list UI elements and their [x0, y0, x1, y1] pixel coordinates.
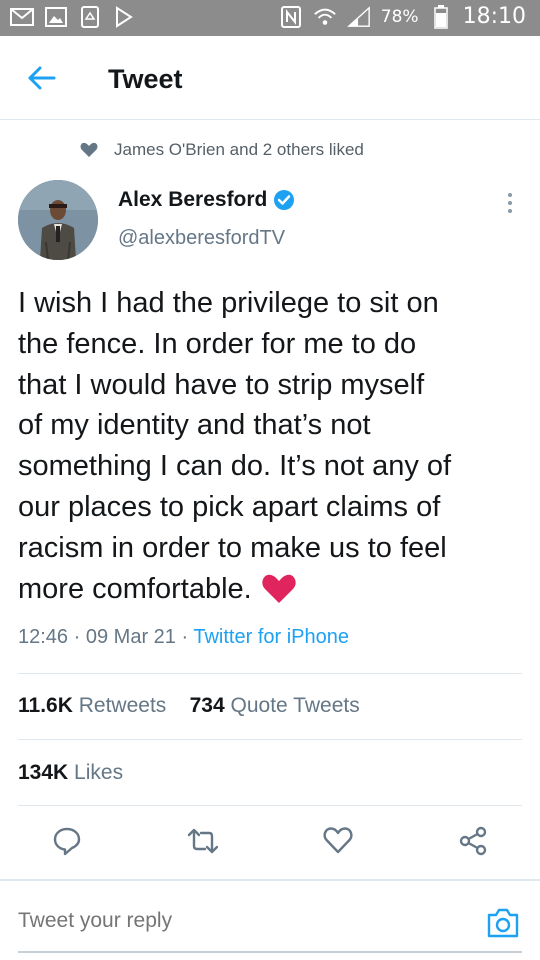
divider [18, 805, 522, 806]
tweet-line: more comfortable. [18, 572, 252, 605]
reply-input[interactable] [18, 909, 418, 933]
author-handle[interactable]: @alexberesfordTV [118, 227, 285, 250]
reply-underline [18, 951, 522, 953]
retweet-icon [187, 828, 219, 854]
quotes-label: Quote Tweets [230, 694, 360, 717]
mail-icon [10, 6, 34, 28]
more-options-button[interactable] [500, 190, 520, 218]
tweet-date: 09 Mar 21 [85, 626, 176, 648]
retweets-label: Retweets [78, 694, 167, 717]
red-heart-emoji-icon [262, 574, 296, 603]
author-name-text: Alex Beresford [118, 188, 268, 211]
quote-tweets-link[interactable]: 734 Quote Tweets [190, 694, 360, 717]
social-context[interactable]: James O'Brien and 2 others liked [80, 140, 364, 160]
tweet-line: that I would have to strip myself [18, 368, 425, 401]
reply-icon [53, 827, 81, 856]
likes-label: Likes [74, 761, 124, 784]
heart-outline-icon [323, 827, 353, 854]
retweets-link[interactable]: 11.6K Retweets [18, 694, 166, 717]
battery-icon [429, 4, 453, 29]
separator: · [73, 626, 81, 648]
quotes-count: 734 [189, 694, 225, 717]
avatar-image [18, 180, 98, 260]
image-icon [44, 6, 68, 28]
like-button[interactable] [323, 826, 353, 856]
social-context-text: James O'Brien and 2 others liked [114, 140, 364, 159]
tweet-meta: 12:46 · 09 Mar 21 · Twitter for iPhone [18, 626, 349, 649]
tweet-time: 12:46 [18, 626, 69, 648]
status-bar: 78% 18:10 [0, 0, 540, 36]
back-arrow-icon [28, 66, 56, 90]
clock: 18:10 [462, 4, 526, 29]
divider [18, 739, 522, 740]
tweet-source-link[interactable]: Twitter for iPhone [193, 626, 349, 648]
retweet-button[interactable] [187, 826, 219, 856]
play-store-icon [112, 6, 136, 28]
avatar[interactable] [18, 180, 98, 260]
reply-bar [0, 879, 540, 960]
divider [18, 673, 522, 674]
tweet-line: of my identity and that’s not [18, 409, 371, 442]
camera-button[interactable] [486, 907, 520, 939]
nfc-icon [279, 5, 303, 28]
wifi-icon [313, 6, 337, 28]
heart-icon [80, 142, 98, 157]
tweet-line: our places to pick apart claims of [18, 490, 441, 523]
tweet-text: I wish I had the privilege to sit on the… [18, 283, 528, 609]
author-name[interactable]: Alex Beresford [118, 188, 295, 212]
more-vertical-icon [508, 193, 512, 213]
likes-link[interactable]: 134K Likes [18, 761, 123, 785]
battery-percentage: 78% [380, 6, 419, 27]
tweet-actions [0, 826, 540, 866]
separator: · [181, 626, 189, 648]
page-title: Tweet [108, 64, 183, 94]
share-button[interactable] [458, 826, 488, 856]
app-header: Tweet [0, 36, 540, 120]
tweet-line-last: more comfortable. [18, 569, 528, 610]
tweet-line: something I can do. It’s not any of [18, 450, 452, 483]
retweet-stats: 11.6K Retweets 734 Quote Tweets [18, 694, 360, 718]
tweet-line: I wish I had the privilege to sit on [18, 287, 439, 319]
back-button[interactable] [26, 64, 58, 92]
retweets-count: 11.6K [18, 694, 73, 717]
tweet-line: racism in order to make us to feel [18, 531, 447, 564]
share-icon [459, 826, 487, 856]
tweet-line: the fence. In order for me to do [18, 327, 417, 360]
camera-icon [487, 908, 519, 938]
recycle-icon [78, 6, 102, 28]
likes-count: 134K [18, 761, 69, 784]
reply-button[interactable] [52, 826, 82, 856]
verified-badge-icon [274, 190, 295, 210]
signal-icon [346, 5, 371, 28]
